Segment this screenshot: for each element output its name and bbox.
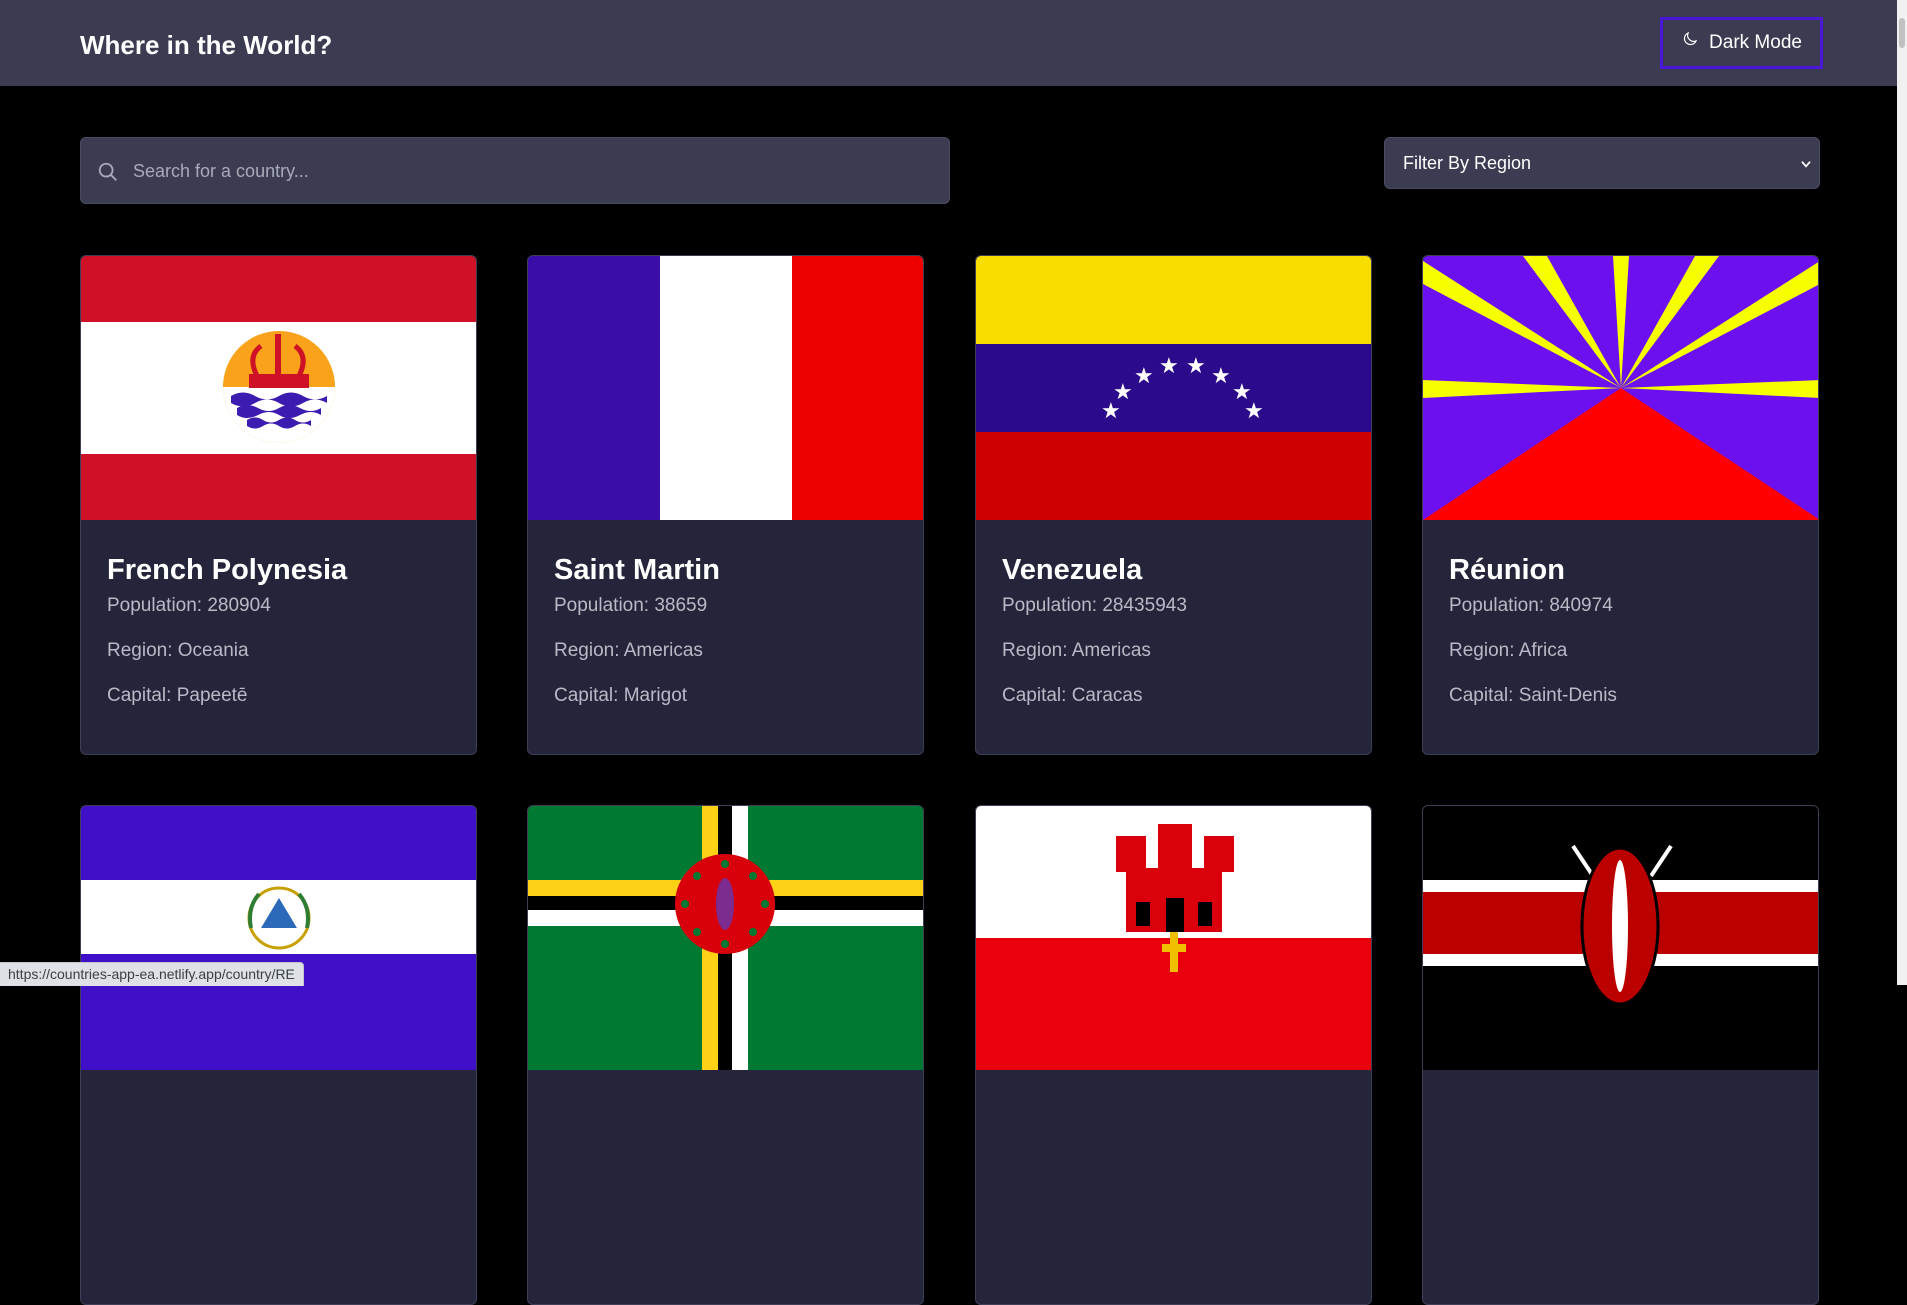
search-icon xyxy=(98,162,117,181)
flag-gibraltar xyxy=(976,806,1371,1070)
country-card-body: Saint Martin Population: 38659 Region: A… xyxy=(554,552,720,729)
country-name: French Polynesia xyxy=(107,554,348,586)
country-population: Population: 280904 xyxy=(107,595,271,616)
country-card-saint-martin[interactable]: Saint Martin Population: 38659 Region: A… xyxy=(527,255,924,755)
scrollbar-thumb[interactable] xyxy=(1899,18,1905,48)
flag-venezuela: ★ ★ ★ ★ ★ ★ ★ ★ xyxy=(976,256,1371,520)
country-population: Population: 840974 xyxy=(1449,595,1613,616)
chevron-down-icon xyxy=(1801,161,1811,168)
country-card-dominica[interactable] xyxy=(527,805,924,1305)
country-card-venezuela[interactable]: ★ ★ ★ ★ ★ ★ ★ ★ Venezuela Population: 28… xyxy=(975,255,1372,755)
country-card-kenya[interactable] xyxy=(1422,805,1819,1305)
svg-text:★: ★ xyxy=(1113,380,1133,405)
country-capital: Capital: Caracas xyxy=(1002,685,1143,706)
country-capital: Capital: Marigot xyxy=(554,685,688,706)
search-box xyxy=(80,137,950,205)
country-capital: Capital: Saint-Denis xyxy=(1449,685,1617,706)
flag-dominica xyxy=(528,806,923,1070)
country-name: Saint Martin xyxy=(554,554,720,586)
country-region: Region: Americas xyxy=(554,640,703,661)
svg-text:★: ★ xyxy=(1186,354,1206,379)
country-name: Venezuela xyxy=(1002,554,1143,586)
svg-text:★: ★ xyxy=(1211,364,1231,389)
app-header: Where in the World? Dark Mode xyxy=(0,0,1897,86)
country-card-gibraltar[interactable] xyxy=(975,805,1372,1305)
country-card-reunion[interactable]: Réunion Population: 840974 Region: Afric… xyxy=(1422,255,1819,755)
flag-reunion xyxy=(1423,256,1818,520)
country-card-el-salvador[interactable] xyxy=(80,805,477,1305)
flag-el-salvador xyxy=(81,806,476,1070)
dark-mode-label: Dark Mode xyxy=(1709,32,1802,53)
country-card-body: French Polynesia Population: 280904 Regi… xyxy=(107,552,347,729)
moon-icon xyxy=(1683,31,1698,46)
country-card-body: Venezuela Population: 28435943 Region: A… xyxy=(1002,552,1187,729)
region-filter-label: Filter By Region xyxy=(1403,152,1532,173)
country-region: Region: Americas xyxy=(1002,640,1151,661)
dark-mode-button[interactable]: Dark Mode xyxy=(1660,17,1823,69)
country-capital: Capital: Papeetē xyxy=(107,685,248,706)
link-status-bar: https://countries-app-ea.netlify.app/cou… xyxy=(0,962,304,986)
country-name: Réunion xyxy=(1449,554,1565,586)
country-region: Region: Africa xyxy=(1449,640,1568,661)
country-card-french-polynesia[interactable]: French Polynesia Population: 280904 Regi… xyxy=(80,255,477,755)
country-population: Population: 28435943 xyxy=(1002,595,1187,616)
flag-saint-martin xyxy=(528,256,923,520)
svg-text:★: ★ xyxy=(1159,354,1179,379)
flag-french-polynesia xyxy=(81,256,476,520)
flag-kenya xyxy=(1423,806,1818,1070)
svg-text:★: ★ xyxy=(1244,399,1264,424)
page-scrollbar[interactable] xyxy=(1897,0,1907,985)
search-input[interactable] xyxy=(131,138,935,205)
country-population: Population: 38659 xyxy=(554,595,708,616)
svg-text:★: ★ xyxy=(1134,364,1154,389)
country-card-body: Réunion Population: 840974 Region: Afric… xyxy=(1449,552,1617,729)
region-filter-select[interactable]: Filter By Region xyxy=(1384,137,1820,189)
country-region: Region: Oceania xyxy=(107,640,249,661)
app-title: Where in the World? xyxy=(80,30,333,60)
